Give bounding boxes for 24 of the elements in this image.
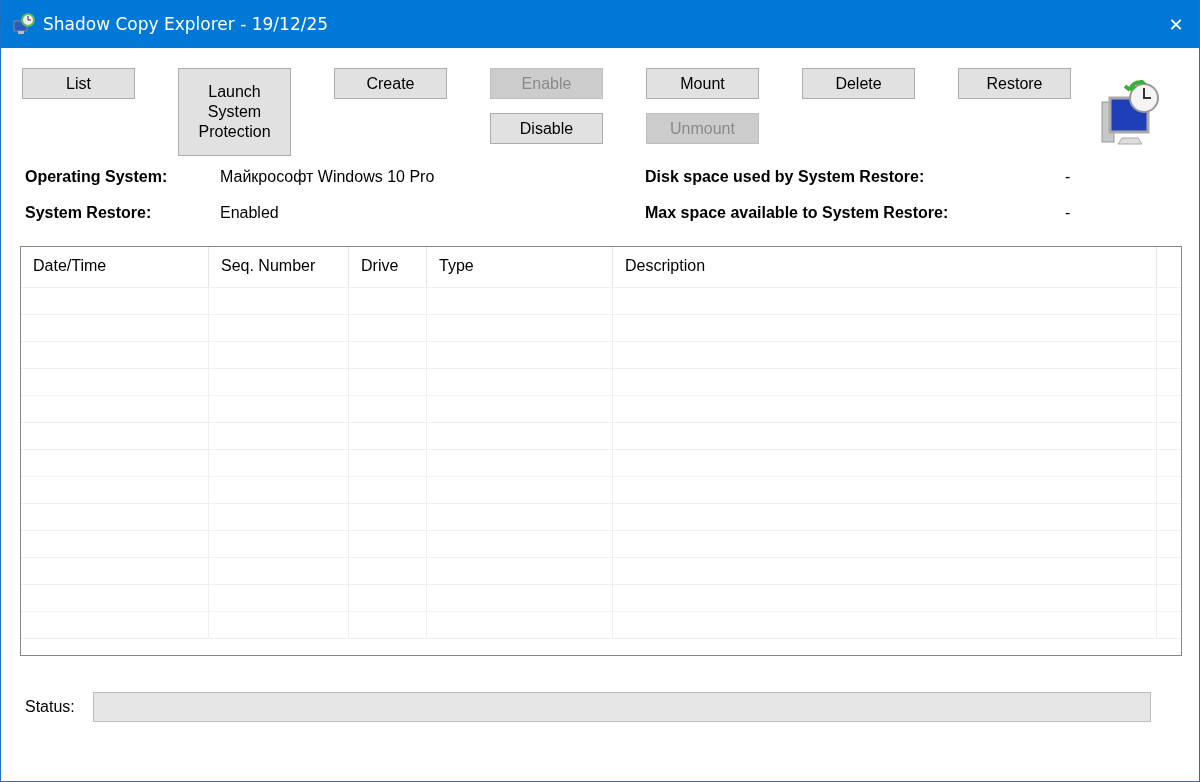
info-value: Enabled xyxy=(220,204,280,222)
column-header[interactable]: Seq. Number xyxy=(209,247,349,287)
app-icon xyxy=(13,13,35,35)
column-header[interactable]: Type xyxy=(427,247,613,287)
info-value: - xyxy=(1065,168,1072,186)
info-value: Майкрософт Windows 10 Pro xyxy=(220,168,436,186)
column-header[interactable]: Drive xyxy=(349,247,427,287)
status-label: Status: xyxy=(25,698,75,716)
toolbar-button[interactable]: Delete xyxy=(802,68,915,99)
info-label: Operating System: xyxy=(25,168,169,186)
column-header[interactable]: Date/Time xyxy=(21,247,209,287)
info-label: Max space available to System Restore: xyxy=(645,204,950,222)
toolbar-button[interactable]: Create xyxy=(334,68,447,99)
info-label: Disk space used by System Restore: xyxy=(645,168,926,186)
column-header[interactable]: Description xyxy=(613,247,1157,287)
toolbar-button[interactable]: Disable xyxy=(490,113,603,144)
info-value: - xyxy=(1065,204,1072,222)
window-title: Shadow Copy Explorer - 19/12/25 xyxy=(43,14,330,34)
toolbar-button[interactable]: Launch System Protection xyxy=(178,68,291,156)
toolbar-button[interactable]: Restore xyxy=(958,68,1071,99)
info-label: System Restore: xyxy=(25,204,153,222)
toolbar-button[interactable]: Mount xyxy=(646,68,759,99)
close-button[interactable]: ✕ xyxy=(1153,0,1199,48)
toolbar-button[interactable]: List xyxy=(22,68,135,99)
